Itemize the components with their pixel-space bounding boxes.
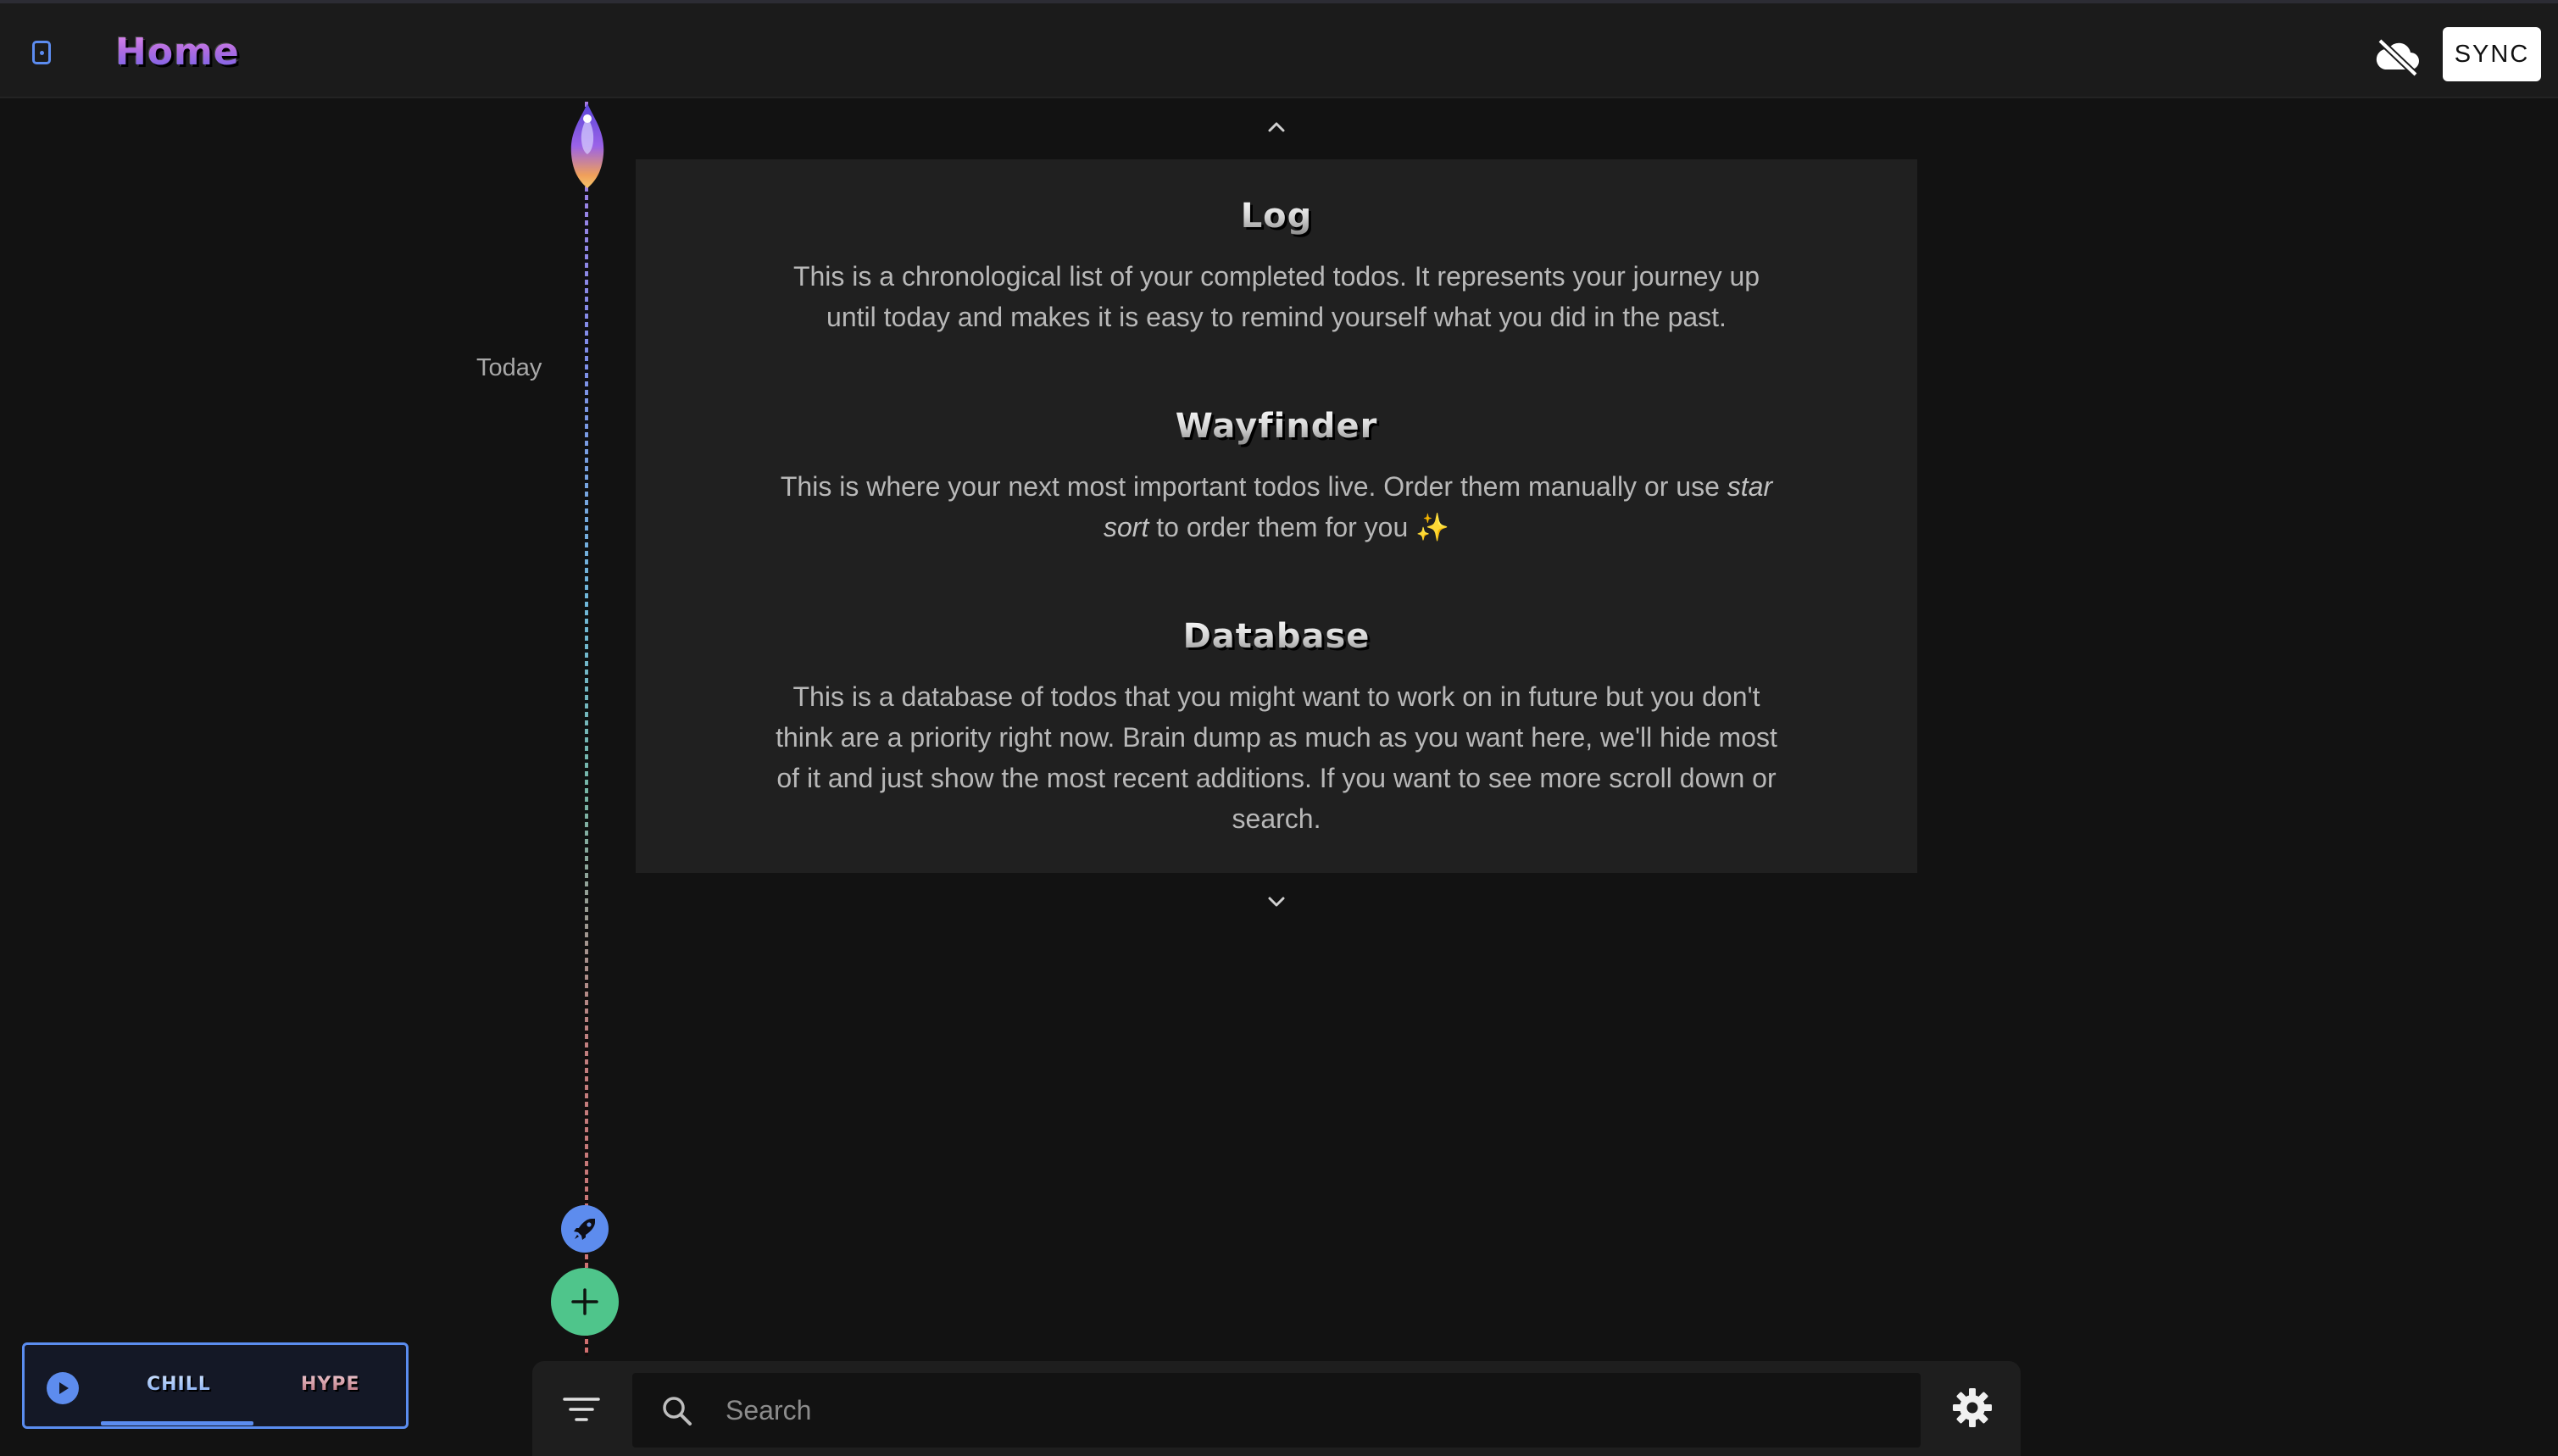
rocket-button[interactable] xyxy=(561,1205,609,1253)
search-input[interactable] xyxy=(726,1373,1895,1448)
log-title: Log xyxy=(1240,197,1313,236)
wayfinder-description-end: to order them for you ✨ xyxy=(1148,512,1449,542)
music-mode-hype[interactable]: HYPE xyxy=(301,1374,360,1395)
sidebar-toggle-icon[interactable] xyxy=(32,41,51,64)
add-todo-button[interactable] xyxy=(551,1268,619,1336)
database-title: Database xyxy=(1182,617,1371,656)
sync-button[interactable]: SYNC xyxy=(2443,27,2541,81)
flame-icon xyxy=(570,103,604,188)
app-window: Home SYNC Today Log This is a chronologi… xyxy=(0,0,2558,1456)
sidebar-toggle-dot xyxy=(40,51,44,55)
music-mode-chill[interactable]: CHILL xyxy=(147,1374,211,1395)
gear-icon[interactable] xyxy=(1951,1387,1994,1429)
log-description: This is a chronological list of your com… xyxy=(792,261,1760,332)
wayfinder-title: Wayfinder xyxy=(1175,407,1378,446)
timeline-today-label: Today xyxy=(476,354,542,381)
page-title: Home xyxy=(115,31,240,74)
database-description: This is a database of todos that you mig… xyxy=(776,681,1777,834)
search-icon xyxy=(663,1397,692,1425)
wayfinder-description: This is where your next most important t… xyxy=(768,466,1785,547)
database-section: Database This is a database of todos tha… xyxy=(636,617,1917,839)
play-button[interactable] xyxy=(47,1372,79,1404)
active-mode-indicator xyxy=(101,1421,253,1425)
cloud-off-icon[interactable] xyxy=(2373,36,2422,76)
chevron-up-icon[interactable] xyxy=(1265,115,1288,139)
filter-icon[interactable] xyxy=(561,1395,602,1424)
intro-info-panel: Log This is a chronological list of your… xyxy=(636,159,1917,873)
chevron-down-icon[interactable] xyxy=(1265,890,1288,914)
bottom-toolbar xyxy=(532,1361,2021,1456)
play-icon xyxy=(59,1382,69,1394)
top-header: Home SYNC xyxy=(0,3,2558,98)
log-section: Log This is a chronological list of your… xyxy=(636,197,1917,337)
wayfinder-description-text: This is where your next most important t… xyxy=(780,471,1727,502)
music-player-widget: CHILL HYPE xyxy=(22,1342,409,1429)
search-box xyxy=(632,1373,1921,1448)
timeline-line xyxy=(585,102,588,1356)
plus-icon xyxy=(571,1288,598,1315)
wayfinder-section: Wayfinder This is where your next most i… xyxy=(636,407,1917,547)
rocket-icon xyxy=(574,1219,595,1240)
